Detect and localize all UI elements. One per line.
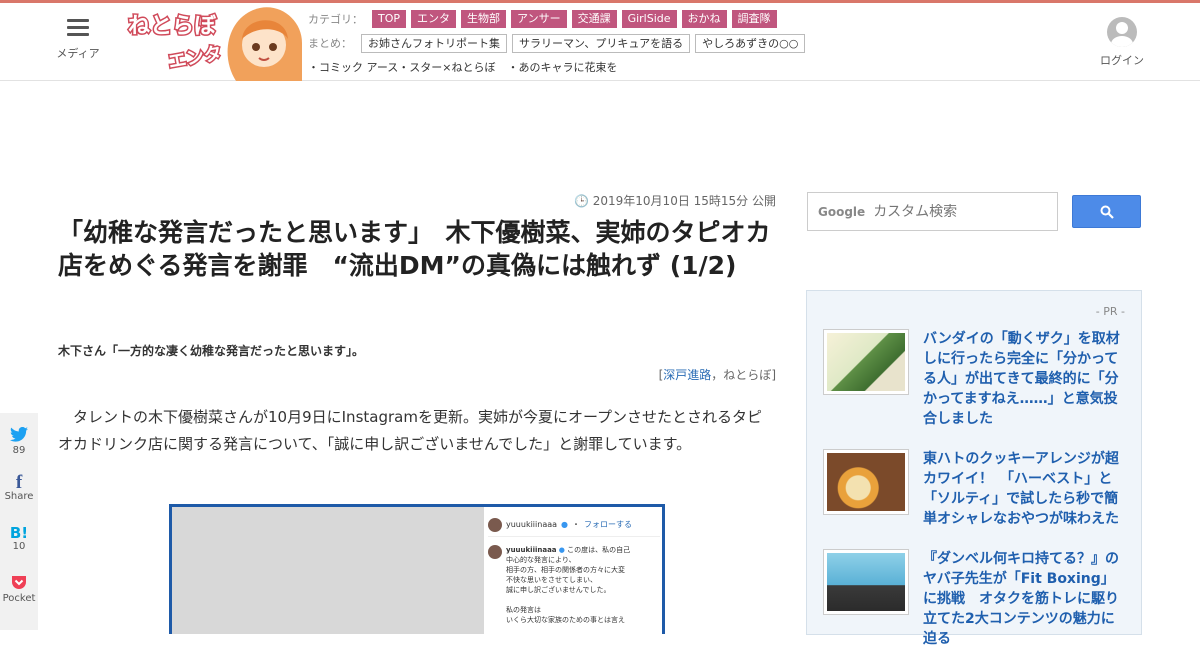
login-label: ログイン: [1100, 54, 1144, 67]
twitter-icon: [0, 426, 38, 445]
facebook-share-button[interactable]: f Share: [0, 472, 38, 502]
outlet-name: ねとらぼ: [723, 368, 772, 382]
instagram-avatar: [488, 545, 502, 559]
share-sidebar: 89 f Share B! 10 Pocket: [0, 413, 38, 630]
category-answer[interactable]: アンサー: [511, 10, 567, 28]
article-title: 「幼稚な発言だったと思います」 木下優樹菜、実姉のタピオカ店をめぐる発言を謝罪 …: [58, 218, 771, 280]
category-okane[interactable]: おかね: [681, 10, 727, 28]
instagram-username: yuuukiiinaaa: [506, 520, 558, 529]
article-image[interactable]: yuuukiiinaaa ● ・ フォローする yuuukiiinaaa ● こ…: [169, 504, 665, 634]
netorabo-enta-logo-icon: ねとらぼ エンタ: [127, 7, 302, 81]
pr-section: - PR - バンダイの「動くザク」を取材しに行ったら完全に「分かってる人」が出…: [806, 290, 1142, 647]
byline-bracket-close: ]: [771, 368, 776, 382]
verified-icon: ●: [561, 520, 569, 529]
search-icon: [1100, 205, 1114, 219]
category-label: カテゴリ：: [308, 13, 363, 26]
instagram-post-header: yuuukiiinaaa ● ・ フォローする: [488, 513, 660, 537]
pocket-label: Pocket: [2, 593, 36, 604]
category-enta[interactable]: エンタ: [411, 10, 457, 28]
svg-text:エンタ: エンタ: [167, 43, 224, 73]
category-kotsuka[interactable]: 交通課: [571, 10, 617, 28]
author-link[interactable]: 深戸進路: [663, 368, 711, 382]
feature-link[interactable]: ・コミック アース・スター×ねとらぼ: [308, 59, 496, 75]
pr-item-title: 東ハトのクッキーアレンジが超カワイイ！ 「ハーベスト」と「ソルティ」で試したら秒…: [923, 451, 1119, 527]
clock-icon: 🕒: [573, 194, 589, 208]
caption-line: 私の発言は: [506, 606, 541, 614]
media-menu-button[interactable]: メディア: [48, 19, 108, 61]
caption-line: 誠に申し訳ございませんでした。: [506, 586, 611, 594]
feature-links: ・コミック アース・スター×ねとらぼ ・あのキャラに花束を: [308, 59, 618, 75]
caption-line: [506, 595, 630, 605]
caption-line: いくら大切な家族のための事とは言え: [506, 616, 625, 624]
site-header: メディア ねとらぼ エンタ カテゴリ： TOP エンタ 生物部 アンサー 交通課…: [0, 3, 1200, 81]
search-box: Google: [807, 192, 1058, 231]
caption-line: 不快な思いをさせてしまい、: [506, 576, 597, 584]
twitter-share-button[interactable]: 89: [0, 426, 38, 456]
image-placeholder: [172, 507, 484, 634]
twitter-count: 89: [12, 445, 26, 456]
matome-label: まとめ：: [308, 37, 352, 50]
category-seibutsubu[interactable]: 生物部: [461, 10, 507, 28]
pocket-icon: [0, 575, 38, 593]
caption-username: yuuukiiinaaa: [506, 546, 557, 554]
category-nav: カテゴリ： TOP エンタ 生物部 アンサー 交通課 GirlSide おかね …: [308, 9, 777, 29]
search-input[interactable]: [873, 203, 1044, 220]
search-button[interactable]: [1072, 195, 1141, 228]
verified-icon: ●: [558, 546, 565, 554]
svg-text:ねとらぼ: ねとらぼ: [128, 14, 217, 39]
feature-link[interactable]: ・あのキャラに花束を: [508, 59, 618, 75]
facebook-label: Share: [4, 491, 34, 502]
follow-separator: ・: [572, 520, 581, 529]
google-brand: Google: [818, 204, 866, 219]
byline: [深戸進路，ねとらぼ]: [500, 366, 776, 383]
matome-item[interactable]: サラリーマン、プリキュアを語る: [512, 33, 691, 53]
pr-item-title: 『ダンベル何キロ持てる？』のヤバ子先生が「Fit Boxing」に挑戦 オタクを…: [923, 551, 1119, 647]
byline-separator: ，: [711, 368, 724, 382]
login-button[interactable]: ログイン: [1096, 17, 1148, 68]
pr-thumbnail: [823, 549, 909, 615]
caption-text: この度は、私の自己: [567, 546, 631, 554]
article-body: タレントの木下優樹菜さんが10月9日にInstagramを更新。実姉が今夏にオー…: [58, 408, 763, 453]
category-chosatai[interactable]: 調査隊: [731, 10, 777, 28]
matome-nav: まとめ： お姉さんフォトリポート集 サラリーマン、プリキュアを語る やしろあずき…: [308, 33, 806, 53]
matome-item[interactable]: お姉さんフォトリポート集: [361, 33, 507, 53]
media-menu-label: メディア: [56, 47, 100, 60]
user-avatar-icon: [1107, 17, 1137, 47]
publish-date: 🕒 2019年10月10日 15時15分 公開: [560, 192, 776, 209]
article-subtitle: 木下さん「一方的な凄く幼稚な発言だったと思います」。: [58, 344, 365, 358]
instagram-caption: yuuukiiinaaa ● この度は、私の自己 中心的な発言により、 相手の方…: [488, 545, 660, 625]
category-girlside[interactable]: GirlSide: [621, 10, 677, 28]
site-logo[interactable]: ねとらぼ エンタ: [126, 3, 302, 81]
hamburger-icon: [67, 19, 89, 36]
instagram-post-panel: yuuukiiinaaa ● ・ フォローする yuuukiiinaaa ● こ…: [488, 513, 660, 625]
caption-line: 中心的な発言により、: [506, 556, 576, 564]
hatena-icon: B!: [9, 524, 29, 542]
pr-thumbnail: [823, 449, 909, 515]
hatena-count: 10: [12, 541, 26, 552]
facebook-icon: f: [15, 472, 23, 493]
instagram-avatar: [488, 517, 502, 532]
pr-item-title: バンダイの「動くザク」を取材しに行ったら完全に「分かってる人」が出てきて最終的に…: [923, 331, 1120, 427]
caption-line: 相手の方、相手の関係者の方々に大変: [506, 566, 625, 574]
category-top[interactable]: TOP: [372, 10, 407, 28]
matome-item[interactable]: やしろあずきの○○: [695, 33, 806, 53]
pocket-button[interactable]: Pocket: [0, 575, 38, 604]
instagram-follow-link: フォローする: [584, 520, 633, 529]
pr-label: - PR -: [1095, 305, 1125, 318]
pr-thumbnail: [823, 329, 909, 395]
caption-line: yuuukiiinaaa ● この度は、私の自己: [506, 545, 630, 555]
hatena-bookmark-button[interactable]: B! 10: [0, 525, 38, 552]
publish-date-text: 2019年10月10日 15時15分 公開: [592, 194, 776, 208]
